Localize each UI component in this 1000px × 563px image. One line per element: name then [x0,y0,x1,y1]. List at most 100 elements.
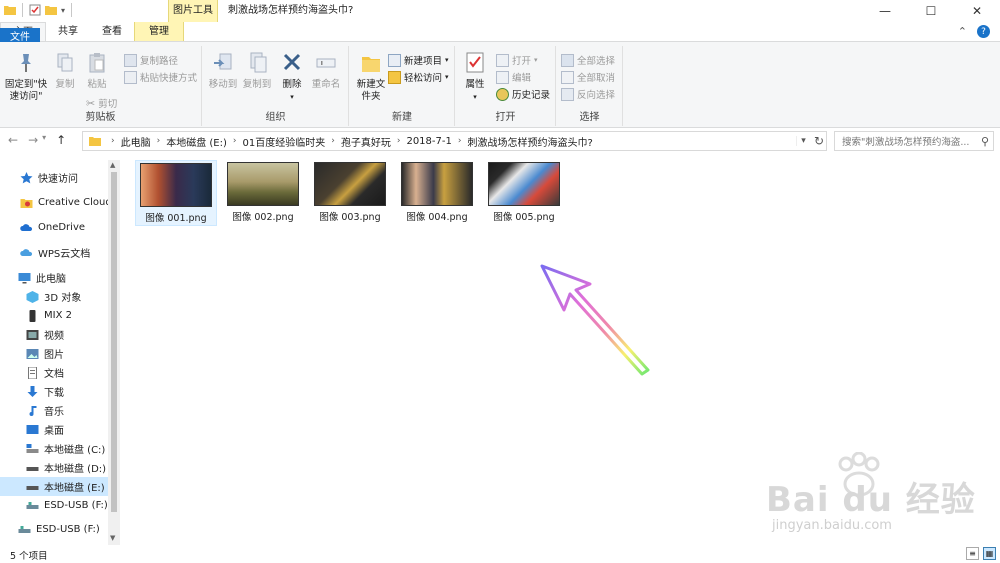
new-folder-icon[interactable] [45,4,57,16]
new-item-button[interactable]: 新建项目 ▾ [388,52,449,68]
details-view-icon[interactable]: ≡ [966,547,979,560]
file-item[interactable]: 图像 001.png [135,160,217,226]
pictures-icon [26,348,39,359]
properties-check-icon[interactable] [29,4,41,16]
minimize-button[interactable]: — [862,0,908,22]
select-group-label: 选择 [579,112,600,123]
chevron-down-icon: ▾ [473,93,477,101]
select-all-label: 全部选择 [577,56,616,67]
rename-button[interactable]: 重命名 [309,48,343,91]
nav-item-drive-e[interactable]: 本地磁盘 (E:) [0,477,108,496]
file-item[interactable]: 图像 002.png [222,160,304,226]
crumb-drive-e[interactable]: 本地磁盘 (E:) [166,134,227,149]
copy-path-label: 复制路径 [140,56,179,67]
customize-toolbar-icon[interactable]: ▾ [61,6,65,15]
nav-item-label: 3D 对象 [44,293,82,304]
help-icon[interactable]: ? [977,25,990,38]
crumb-this-pc[interactable]: 此电脑 [121,134,151,149]
nav-item-creative-cloud[interactable]: Creative Cloud F [0,193,108,212]
file-item[interactable]: 图像 004.png [396,160,478,226]
scrollbar-thumb[interactable] [111,172,117,512]
open-button[interactable]: 打开 ▾ [496,52,538,68]
nav-item-documents[interactable]: 文档 [0,363,108,382]
address-dropdown-icon[interactable]: ▾ [796,136,810,146]
crumb-date-folder[interactable]: 2018-7-1 [406,136,451,147]
nav-scrollbar[interactable]: ▲ ▼ [108,160,120,545]
up-arrow-icon[interactable]: ↑ [56,133,66,147]
file-item[interactable]: 图像 003.png [309,160,391,226]
tab-view[interactable]: 查看 [90,22,134,41]
select-all-button[interactable]: 全部选择 [561,52,615,68]
clipboard-group-label: 剪贴板 [85,112,116,123]
easy-access-button[interactable]: 轻松访问 ▾ [388,69,449,85]
tab-share[interactable]: 共享 [46,22,90,41]
select-none-button[interactable]: 全部取消 [561,69,615,85]
nav-item-this-pc[interactable]: 此电脑 [0,268,108,287]
move-to-icon [214,53,232,70]
paste-button[interactable]: 粘贴 [84,48,110,91]
nav-item-mix2[interactable]: MIX 2 [0,306,108,325]
nav-item-usb-f[interactable]: ESD-USB (F:) [0,496,108,515]
large-icons-view-icon[interactable]: ▦ [983,547,996,560]
select-none-label: 全部取消 [577,73,616,84]
recent-dropdown-icon[interactable]: ▾ [42,133,46,147]
nav-item-label: 本地磁盘 (E:) [44,483,105,494]
crumb-subfolder[interactable]: 孢子真好玩 [341,134,391,149]
nav-item-videos[interactable]: 视频 [0,325,108,344]
nav-item-quick-access[interactable]: 快速访问 [0,168,108,187]
crumb-temp-folder[interactable]: 01百度经验临时夹 [243,134,326,149]
easy-access-label: 轻松访问 [404,73,443,84]
history-label: 历史记录 [512,90,551,101]
copy-path-button[interactable]: 复制路径 [124,52,178,68]
nav-item-desktop[interactable]: 桌面 [0,420,108,439]
properties-button[interactable]: 属性 ▾ [460,48,490,103]
forward-arrow-icon[interactable]: → [28,133,38,147]
nav-item-pictures[interactable]: 图片 [0,344,108,363]
copy-button[interactable]: 复制 [52,48,78,91]
pin-quick-access-button[interactable]: 固定到"快速访问" [4,48,48,103]
scroll-up-icon[interactable]: ▲ [110,161,115,169]
copy-to-button[interactable]: 复制到 [241,48,273,91]
paste-shortcut-button[interactable]: 粘贴快捷方式 [124,69,197,85]
maximize-button[interactable]: ☐ [908,0,954,22]
nav-item-label: WPS云文档 [38,249,91,260]
nav-item-drive-d[interactable]: 本地磁盘 (D:) [0,458,108,477]
back-arrow-icon[interactable]: ← [8,133,18,147]
select-group: 全部选择 全部取消 反向选择 选择 [557,46,623,126]
address-bar[interactable]: › 此电脑 › 本地磁盘 (E:) › 01百度经验临时夹 › 孢子真好玩 › … [82,131,827,151]
nav-item-onedrive[interactable]: OneDrive [0,218,108,237]
nav-item-wps-cloud[interactable]: WPS云文档 [0,243,108,262]
view-toggle: ≡ ▦ [966,547,996,560]
nav-item-3d-objects[interactable]: 3D 对象 [0,287,108,306]
rename-label: 重命名 [311,79,341,90]
invert-selection-icon [561,87,574,101]
tab-manage[interactable]: 管理 [134,22,184,41]
toolbar-divider [22,3,23,17]
new-folder-button[interactable]: 新建文件夹 [354,48,388,103]
edit-button[interactable]: 编辑 [496,69,531,85]
ribbon-tabs: 文件 主页 共享 查看 管理 ⌃ ? [0,22,1000,94]
scroll-down-icon[interactable]: ▼ [110,534,115,542]
nav-item-drive-c[interactable]: 本地磁盘 (C:) [0,439,108,458]
delete-button[interactable]: 删除 ▾ [279,48,305,103]
nav-item-music[interactable]: 音乐 [0,401,108,420]
nav-item-usb-f-root[interactable]: ESD-USB (F:) [0,520,108,539]
move-to-button[interactable]: 移动到 [207,48,239,91]
refresh-icon[interactable]: ↻ [811,131,827,151]
crumb-separator: › [457,136,462,146]
file-name: 图像 005.png [493,212,555,223]
paste-shortcut-label: 粘贴快捷方式 [140,73,198,84]
chevron-up-icon[interactable]: ⌃ [958,25,967,38]
invert-selection-button[interactable]: 反向选择 [561,86,615,102]
nav-item-label: 本地磁盘 (C:) [44,445,106,456]
file-item[interactable]: 图像 005.png [483,160,565,226]
nav-item-downloads[interactable]: 下载 [0,382,108,401]
new-group-label: 新建 [392,112,412,123]
title-bar: ▾ 图片工具 刺激战场怎样预约海盗头巾? — ☐ ✕ [0,0,1000,22]
history-button[interactable]: 历史记录 [496,86,550,102]
close-button[interactable]: ✕ [954,0,1000,22]
search-input[interactable]: 搜索"刺激战场怎样预约海盗... ⚲ [834,131,994,151]
paste-label: 粘贴 [87,79,107,90]
new-group: 新建文件夹 新建项目 ▾ 轻松访问 ▾ 新建 [350,46,455,126]
crumb-current-folder[interactable]: 刺激战场怎样预约海盗头巾? [467,134,592,149]
